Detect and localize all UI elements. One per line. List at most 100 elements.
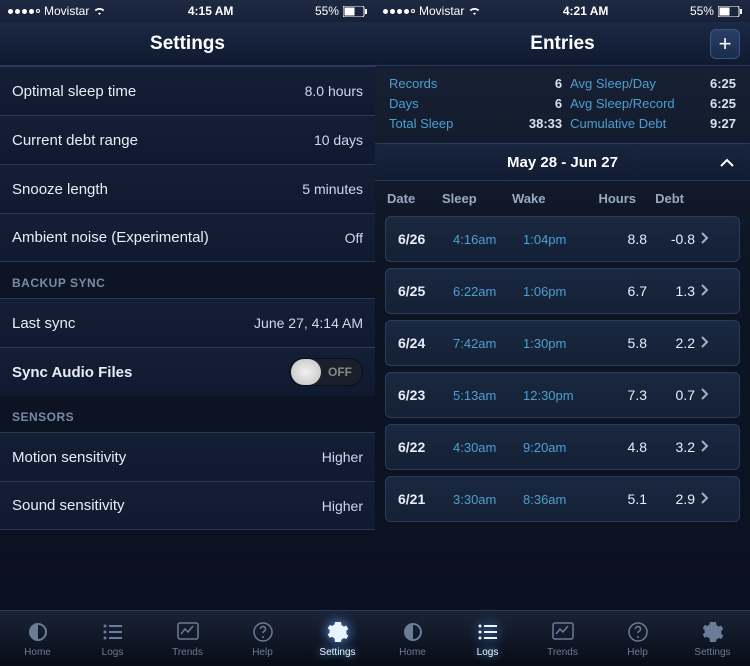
tab-settings[interactable]: Settings bbox=[300, 611, 375, 666]
entries-list: 6/26 4:16am 1:04pm 8.8 -0.8 6/25 6:22am … bbox=[375, 216, 750, 522]
chevron-right-icon bbox=[701, 387, 719, 403]
tab-label: Help bbox=[627, 647, 648, 658]
page-title: Entries bbox=[530, 33, 594, 55]
wifi-icon bbox=[468, 6, 481, 16]
settings-row[interactable]: Snooze length5 minutes bbox=[0, 164, 375, 213]
tab-logs[interactable]: Logs bbox=[450, 611, 525, 666]
entry-sleep: 7:42am bbox=[453, 336, 523, 351]
settings-row[interactable]: Optimal sleep time8.0 hours bbox=[0, 66, 375, 115]
backup-sync-header: BACKUP SYNC bbox=[0, 262, 375, 298]
nav-header: Settings bbox=[0, 22, 375, 66]
tab-bar: Home Logs Trends Help Settings bbox=[0, 610, 375, 666]
row-label: Current debt range bbox=[12, 132, 138, 149]
entry-row[interactable]: 6/23 5:13am 12:30pm 7.3 0.7 bbox=[385, 372, 740, 418]
tab-home[interactable]: Home bbox=[375, 611, 450, 666]
help-icon bbox=[626, 619, 650, 645]
gear-icon bbox=[326, 619, 350, 645]
add-entry-button[interactable]: + bbox=[710, 29, 740, 59]
tab-help[interactable]: Help bbox=[600, 611, 675, 666]
tab-home[interactable]: Home bbox=[0, 611, 75, 666]
entry-sleep: 4:16am bbox=[453, 232, 523, 247]
battery-percent-label: 55% bbox=[315, 4, 339, 18]
tab-label: Trends bbox=[547, 647, 578, 658]
tab-trends[interactable]: Trends bbox=[525, 611, 600, 666]
toggle-knob-icon bbox=[291, 359, 321, 385]
entry-debt: -0.8 bbox=[653, 231, 701, 247]
entries-screen: Movistar 4:21 AM 55% Entries + Records 6… bbox=[375, 0, 750, 666]
battery-icon bbox=[343, 6, 367, 17]
entry-wake: 12:30pm bbox=[523, 388, 595, 403]
entry-date: 6/26 bbox=[398, 231, 453, 247]
settings-row[interactable]: Ambient noise (Experimental) Off bbox=[0, 213, 375, 262]
entry-wake: 1:04pm bbox=[523, 232, 595, 247]
tab-label: Home bbox=[24, 647, 51, 658]
page-title: Settings bbox=[150, 33, 225, 55]
entry-sleep: 5:13am bbox=[453, 388, 523, 403]
entry-debt: 2.2 bbox=[653, 335, 701, 351]
last-sync-row[interactable]: Last sync June 27, 4:14 AM bbox=[0, 298, 375, 347]
entry-hours: 8.8 bbox=[595, 231, 653, 247]
row-label: Ambient noise (Experimental) bbox=[12, 229, 209, 246]
tab-label: Settings bbox=[694, 647, 730, 658]
avg-day-label: Avg Sleep/Day bbox=[570, 76, 702, 91]
moon-icon bbox=[26, 619, 50, 645]
wifi-icon bbox=[93, 6, 106, 16]
clock-label: 4:21 AM bbox=[563, 4, 609, 18]
entry-debt: 0.7 bbox=[653, 387, 701, 403]
total-sleep-label: Total Sleep bbox=[389, 116, 521, 131]
entry-hours: 5.1 bbox=[595, 491, 653, 507]
entries-content: Records 6 Avg Sleep/Day 6:25 Days 6 Avg … bbox=[375, 66, 750, 610]
tab-label: Logs bbox=[477, 647, 499, 658]
tab-help[interactable]: Help bbox=[225, 611, 300, 666]
col-debt: Debt bbox=[642, 191, 690, 206]
entry-debt: 3.2 bbox=[653, 439, 701, 455]
entry-row[interactable]: 6/25 6:22am 1:06pm 6.7 1.3 bbox=[385, 268, 740, 314]
date-range-selector[interactable]: May 28 - Jun 27 bbox=[375, 143, 750, 181]
row-value: Off bbox=[345, 230, 363, 246]
list-icon bbox=[476, 619, 500, 645]
chart-icon bbox=[176, 619, 200, 645]
tab-label: Settings bbox=[319, 647, 355, 658]
sync-audio-label: Sync Audio Files bbox=[12, 364, 132, 381]
clock-label: 4:15 AM bbox=[188, 4, 234, 18]
entry-debt: 2.9 bbox=[653, 491, 701, 507]
moon-icon bbox=[401, 619, 425, 645]
entry-hours: 5.8 bbox=[595, 335, 653, 351]
chevron-right-icon bbox=[701, 231, 719, 247]
tab-trends[interactable]: Trends bbox=[150, 611, 225, 666]
entry-row[interactable]: 6/24 7:42am 1:30pm 5.8 2.2 bbox=[385, 320, 740, 366]
entry-hours: 4.8 bbox=[595, 439, 653, 455]
chevron-right-icon bbox=[701, 491, 719, 507]
sensor-row[interactable]: Sound sensitivityHigher bbox=[0, 481, 375, 530]
entry-date: 6/21 bbox=[398, 491, 453, 507]
days-value: 6 bbox=[529, 96, 562, 111]
battery-icon bbox=[718, 6, 742, 17]
avg-record-value: 6:25 bbox=[710, 96, 736, 111]
row-label: Sound sensitivity bbox=[12, 497, 125, 514]
records-value: 6 bbox=[529, 76, 562, 91]
tab-label: Help bbox=[252, 647, 273, 658]
sync-audio-toggle[interactable]: OFF bbox=[289, 358, 363, 386]
sensor-row[interactable]: Motion sensitivityHigher bbox=[0, 432, 375, 481]
row-label: Optimal sleep time bbox=[12, 83, 136, 100]
entry-row[interactable]: 6/22 4:30am 9:20am 4.8 3.2 bbox=[385, 424, 740, 470]
entry-row[interactable]: 6/21 3:30am 8:36am 5.1 2.9 bbox=[385, 476, 740, 522]
settings-screen: Movistar 4:15 AM 55% Settings Optimal sl… bbox=[0, 0, 375, 666]
cumulative-debt-value: 9:27 bbox=[710, 116, 736, 131]
entry-wake: 1:06pm bbox=[523, 284, 595, 299]
row-value: 10 days bbox=[314, 132, 363, 148]
sync-audio-row[interactable]: Sync Audio Files OFF bbox=[0, 347, 375, 396]
tab-logs[interactable]: Logs bbox=[75, 611, 150, 666]
col-date: Date bbox=[387, 191, 442, 206]
avg-day-value: 6:25 bbox=[710, 76, 736, 91]
gear-icon bbox=[701, 619, 725, 645]
tab-label: Logs bbox=[102, 647, 124, 658]
entry-row[interactable]: 6/26 4:16am 1:04pm 8.8 -0.8 bbox=[385, 216, 740, 262]
avg-record-label: Avg Sleep/Record bbox=[570, 96, 702, 111]
tab-settings[interactable]: Settings bbox=[675, 611, 750, 666]
row-label: Snooze length bbox=[12, 181, 108, 198]
battery-percent-label: 55% bbox=[690, 4, 714, 18]
col-hours: Hours bbox=[584, 191, 642, 206]
total-sleep-value: 38:33 bbox=[529, 116, 562, 131]
settings-row[interactable]: Current debt range 10 days bbox=[0, 115, 375, 164]
